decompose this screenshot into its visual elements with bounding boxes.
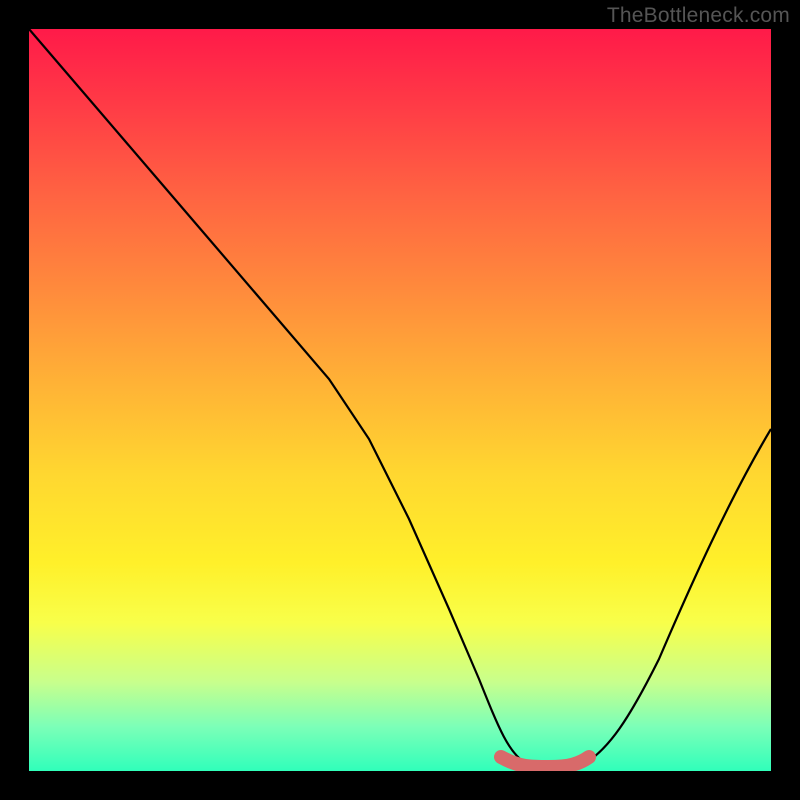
chart-outer-frame: TheBottleneck.com — [0, 0, 800, 800]
bottleneck-curve-line — [29, 29, 771, 767]
chart-plot-area — [29, 29, 771, 771]
chart-svg — [29, 29, 771, 771]
watermark-label: TheBottleneck.com — [607, 4, 790, 28]
optimal-range-marker — [501, 757, 589, 767]
